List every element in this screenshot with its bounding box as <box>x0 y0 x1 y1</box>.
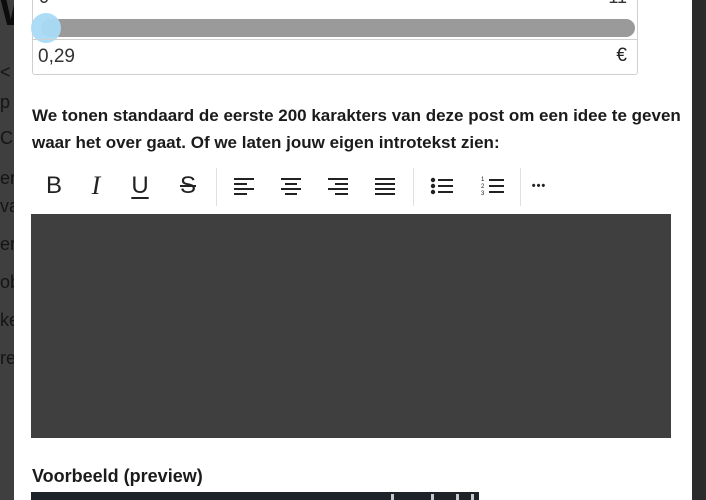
strikethrough-button[interactable]: S <box>172 169 204 203</box>
currency-symbol: € <box>616 45 627 66</box>
bullet-list-button[interactable] <box>426 169 458 203</box>
price-range-min: 0 <box>39 0 49 8</box>
price-slider-track[interactable] <box>41 19 635 37</box>
numbered-list-icon: 1 2 3 <box>481 177 504 196</box>
align-left-button[interactable] <box>228 169 260 203</box>
toolbar-divider <box>413 168 414 206</box>
align-justify-icon <box>375 178 395 195</box>
underline-button[interactable]: U <box>124 169 156 203</box>
price-slider-field: 0 11 0,29 € <box>31 0 638 75</box>
italic-button[interactable]: I <box>80 169 112 203</box>
background-text-fragment: p <box>0 92 11 112</box>
svg-text:2: 2 <box>481 184 485 190</box>
numbered-list-button[interactable]: 1 2 3 <box>477 169 509 203</box>
more-options-button[interactable]: ••• <box>523 169 555 203</box>
bold-button[interactable]: B <box>38 169 70 203</box>
background-text-fragment: C <box>0 128 13 148</box>
more-icon: ••• <box>531 180 547 192</box>
preview-image-detail <box>456 494 459 500</box>
svg-text:1: 1 <box>481 177 485 183</box>
preview-image <box>31 492 479 500</box>
align-justify-button[interactable] <box>369 169 401 203</box>
preview-image-detail <box>391 494 394 500</box>
bold-icon: B <box>45 172 62 199</box>
intro-text-description: We tonen standaard de eerste 200 karakte… <box>32 106 681 152</box>
align-center-icon <box>281 178 301 195</box>
strikethrough-icon: S <box>179 172 196 199</box>
italic-icon: I <box>91 171 101 200</box>
toolbar-divider <box>520 168 521 206</box>
svg-text:3: 3 <box>481 191 485 196</box>
intro-text-editor[interactable] <box>31 214 671 438</box>
modal-overlay-edge <box>692 0 706 500</box>
align-center-button[interactable] <box>275 169 307 203</box>
background-title-fragment: W <box>0 0 14 35</box>
preview-image-detail <box>471 494 474 500</box>
price-range-max: 11 <box>608 0 627 8</box>
price-value: 0,29 <box>38 46 75 67</box>
modal-dialog: 0 11 0,29 € We tonen standaard de eerste… <box>14 0 692 500</box>
bullet-list-icon <box>430 177 453 195</box>
price-input[interactable]: 0,29 € <box>33 39 637 75</box>
preview-label: Voorbeeld (preview) <box>32 466 203 486</box>
editor-toolbar: B I U S 1 2 3 ••• <box>28 166 678 208</box>
align-left-icon <box>234 178 254 195</box>
align-right-button[interactable] <box>322 169 354 203</box>
toolbar-divider <box>216 168 217 206</box>
preview-image-detail <box>431 494 434 500</box>
align-right-icon <box>328 178 348 195</box>
underline-icon: U <box>131 172 149 199</box>
